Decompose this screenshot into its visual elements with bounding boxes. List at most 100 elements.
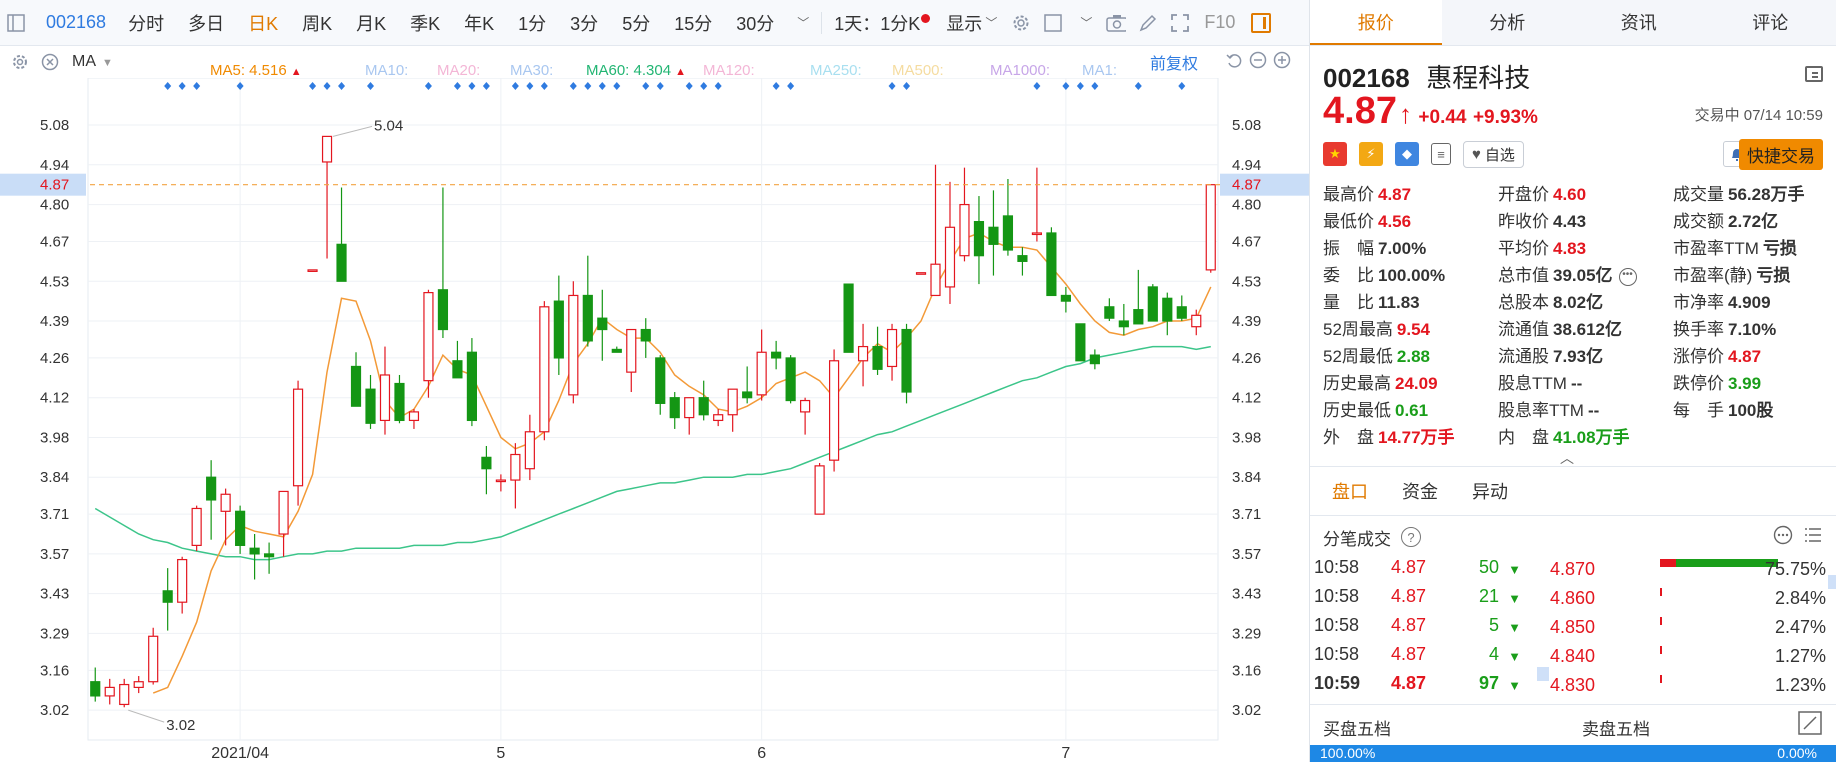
quote-field: 外 盘 14.77万手	[1323, 423, 1455, 448]
candle-33[interactable]	[568, 281, 579, 404]
right-panel-toggle-icon[interactable]	[1251, 12, 1272, 33]
settings-icon[interactable]	[1011, 13, 1031, 33]
period-tab-11[interactable]: 30分	[724, 10, 786, 36]
period-tab-6[interactable]: 年K	[452, 10, 506, 36]
panel-tab-0[interactable]: 报价	[1310, 0, 1442, 45]
period-tab-2[interactable]: 日K	[236, 10, 290, 36]
y-tick-right: 4.39	[1232, 313, 1261, 330]
candle-body	[1176, 306, 1187, 319]
candle-15[interactable]	[307, 269, 318, 272]
candle-66[interactable]	[1046, 227, 1057, 297]
y-tick-left: 4.53	[40, 273, 69, 290]
up-triangle-icon: ▲	[290, 66, 302, 78]
lightning-icon[interactable]: ⚡	[1359, 142, 1383, 166]
period-tab-9[interactable]: 5分	[610, 10, 662, 36]
candle-77[interactable]	[1205, 184, 1216, 273]
indicator-select[interactable]: MA ▼	[72, 53, 113, 71]
candle-7[interactable]	[191, 505, 202, 552]
tick-trades-list[interactable]: 10:58 4.87 50 ▼ 10:58 4.87 21 ▼ 10:58 4.87 5 ▼ 10:58…	[1314, 557, 1549, 702]
f10-button[interactable]: F10	[1196, 12, 1243, 33]
zoom-out-icon[interactable]	[1249, 51, 1267, 73]
expand-icon[interactable]	[1798, 711, 1822, 740]
candle-body	[220, 493, 231, 512]
price-tag-icon[interactable]: ◆	[1395, 142, 1419, 166]
document-icon[interactable]: ≡	[1431, 143, 1451, 165]
settings-icon[interactable]	[10, 52, 30, 72]
panel-tab-3[interactable]: 评论	[1705, 0, 1836, 45]
level-bar-red	[1660, 675, 1662, 683]
quote-field: 成交额 2.72亿	[1673, 207, 1778, 232]
candle-31[interactable]	[539, 301, 550, 441]
candle-51[interactable]	[828, 349, 840, 472]
sell-ratio: 0.00%	[1777, 745, 1817, 761]
candlestick-chart[interactable]: 2021/04 5 6 7 5.04 3.02 5.08 5.08 4.94 4.94 4.80…	[0, 78, 1309, 762]
zoom-in-icon[interactable]	[1273, 51, 1291, 73]
candle-4[interactable]	[148, 627, 159, 685]
candle-body	[495, 479, 506, 483]
scroll-indicator[interactable]	[1537, 667, 1549, 681]
quote-label: 成交量	[1673, 185, 1724, 204]
candle-68[interactable]	[1075, 323, 1086, 362]
fullscreen-icon[interactable]	[1170, 13, 1190, 33]
quote-label: 52周最高	[1323, 320, 1393, 339]
depth-tab-0[interactable]: 盘口	[1332, 478, 1368, 504]
candle-50[interactable]	[814, 463, 825, 515]
chevron-down-icon: ﹀	[1080, 16, 1093, 30]
question-icon[interactable]: ?	[1401, 527, 1421, 547]
candle-body	[292, 388, 304, 487]
candle-body	[1031, 232, 1043, 236]
more-icon[interactable]: •••	[1618, 267, 1637, 286]
candle-body	[727, 388, 738, 416]
candle-body	[669, 397, 680, 419]
panel-tab-1[interactable]: 分析	[1442, 0, 1574, 45]
panel-tab-2[interactable]: 资讯	[1573, 0, 1705, 45]
add-favorite-button[interactable]: ♥ 自选	[1463, 140, 1524, 168]
period-tab-7[interactable]: 1分	[506, 10, 558, 36]
level-share: 2.47%	[1774, 617, 1826, 637]
pen-icon[interactable]	[1138, 13, 1158, 33]
depth-tab-1[interactable]: 资金	[1402, 478, 1438, 504]
candle-body	[800, 399, 811, 413]
candle-body	[713, 414, 724, 422]
y-tick-left: 5.08	[40, 117, 69, 134]
period-tab-8[interactable]: 3分	[558, 10, 610, 36]
draw-rect-dropdown[interactable]: ﹀	[1069, 14, 1100, 31]
display-dropdown[interactable]: 显示 ﹀	[938, 10, 1005, 36]
period-tab-4[interactable]: 月K	[344, 10, 398, 36]
sidebar-toggle-icon[interactable]	[6, 13, 26, 33]
trade-price: 4.87	[1391, 586, 1427, 606]
period-tab-3[interactable]: 周K	[290, 10, 344, 36]
chevron-up-icon[interactable]: ︿	[1560, 448, 1574, 468]
period-tab-10[interactable]: 15分	[662, 10, 724, 36]
depth-tab-2[interactable]: 异动	[1472, 478, 1508, 504]
adjust-mode-button[interactable]: 前复权	[1150, 50, 1198, 74]
candle-56[interactable]	[901, 323, 912, 404]
more-icon[interactable]	[1773, 525, 1793, 550]
layout-icon[interactable]	[1805, 66, 1823, 82]
levels-scroll-indicator[interactable]	[1828, 575, 1836, 589]
period-tab-5[interactable]: 季K	[398, 10, 452, 36]
candle-73[interactable]	[1147, 284, 1158, 322]
candle-48[interactable]	[785, 355, 796, 404]
quote-label: 市盈率(静)	[1673, 266, 1753, 285]
quick-trade-button[interactable]: 快捷交易	[1739, 138, 1823, 170]
stock-code-label[interactable]: 002168	[46, 12, 106, 33]
china-flag-icon[interactable]: ★	[1323, 142, 1347, 166]
draw-rect-icon[interactable]	[1043, 13, 1063, 33]
y-tick-right: 5.08	[1232, 117, 1261, 134]
multi-chart-dropdown[interactable]: 1天：1分K	[826, 10, 938, 36]
period-more-dropdown[interactable]: ﹀	[786, 14, 817, 31]
camera-icon[interactable]	[1106, 13, 1127, 33]
period-tab-1[interactable]: 多日	[176, 10, 236, 36]
period-tab-0[interactable]: 分时	[116, 10, 176, 36]
list-icon[interactable]	[1803, 525, 1823, 550]
candle-52[interactable]	[843, 283, 854, 353]
y-tick-right: 3.43	[1232, 586, 1261, 603]
candle-57[interactable]	[915, 272, 927, 275]
undo-icon[interactable]	[1225, 51, 1243, 73]
close-icon[interactable]	[40, 52, 60, 72]
quote-label: 成交额	[1673, 212, 1724, 231]
quote-value: 24.09	[1395, 374, 1438, 393]
candle-body	[597, 317, 608, 331]
down-triangle-icon: ▼	[1508, 591, 1521, 606]
